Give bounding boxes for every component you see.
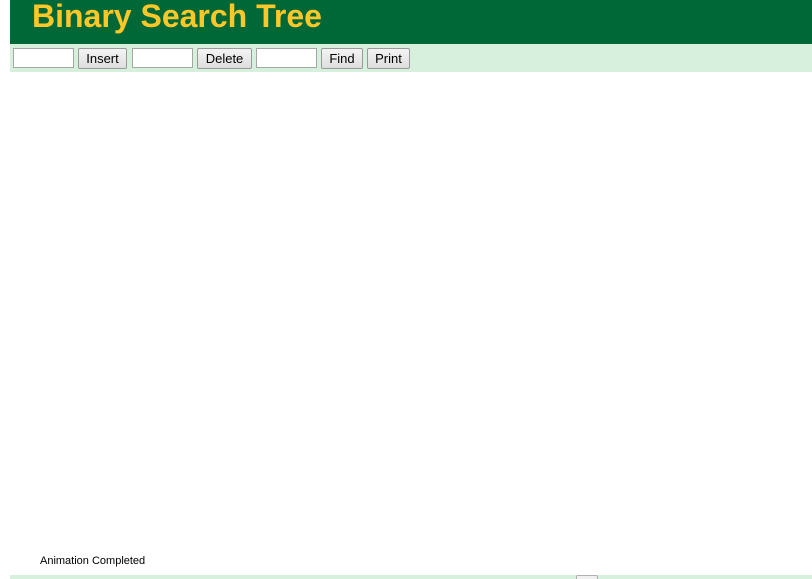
print-button[interactable]: Print [367,48,410,69]
find-button[interactable]: Find [321,48,363,69]
status-text: Animation Completed [40,555,146,567]
find-input[interactable] [256,48,317,68]
page-title: Binary Search Tree [32,0,322,34]
app-page: Binary Search Tree Insert Delete Find Pr… [0,0,812,579]
delete-button[interactable]: Delete [197,48,252,69]
animation-canvas[interactable] [10,72,812,575]
animation-control[interactable] [576,575,598,579]
header-bar: Binary Search Tree [10,0,812,44]
insert-button[interactable]: Insert [78,48,127,69]
delete-input[interactable] [132,48,193,68]
animation-controls-bar [10,575,812,579]
insert-input[interactable] [13,48,74,68]
toolbar: Insert Delete Find Print [10,44,812,72]
